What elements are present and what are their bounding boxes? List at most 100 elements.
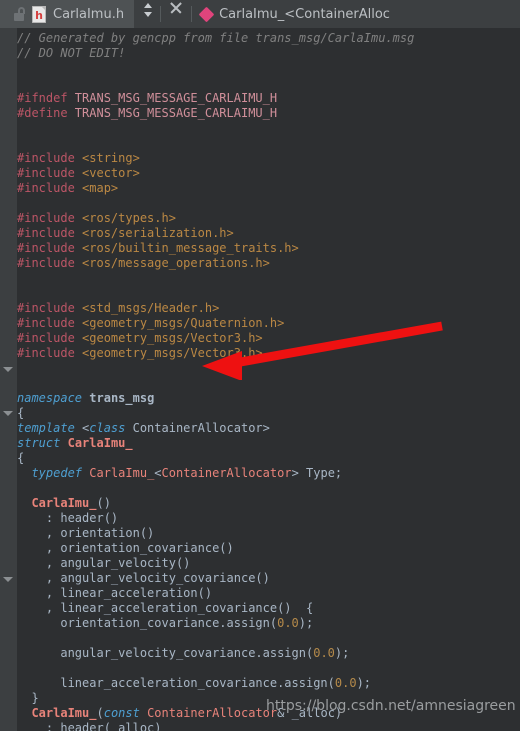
unlocked-padlock-icon[interactable] [12, 7, 26, 21]
code-line: namespace trans_msg [17, 391, 414, 406]
code-token: <ros/types.h> [74, 211, 176, 225]
code-line: , orientation_covariance() [17, 541, 414, 556]
code-token: typedef [31, 466, 83, 480]
code-token: > Type; [291, 466, 343, 480]
code-line: , linear_acceleration() [17, 586, 414, 601]
code-token: CarlaImu_ [31, 496, 97, 510]
code-token: #include [17, 166, 75, 180]
code-line: #include <ros/builtin_message_traits.h> [17, 241, 414, 256]
code-line: // DO NOT EDIT! [17, 46, 414, 61]
code-token: { [17, 451, 25, 465]
fold-marker-constructor[interactable] [3, 577, 13, 582]
code-token: CarlaImu_ [31, 706, 97, 720]
code-token: #include [17, 211, 75, 225]
code-line: , orientation() [17, 526, 414, 541]
code-editor[interactable]: // Generated by gencpp from file trans_m… [17, 28, 520, 731]
code-token: <std_msgs/Header.h> [74, 301, 220, 315]
code-line: , angular_velocity() [17, 556, 414, 571]
code-token: template [17, 421, 75, 435]
watermark-url: https://blog.csdn.net/amnesiagreen [266, 698, 516, 714]
code-token: <geometry_msgs/Vector3.h> [74, 331, 263, 345]
code-line: CarlaImu_() [17, 496, 414, 511]
code-token: trans_msg [89, 391, 155, 405]
code-token: struct [17, 436, 61, 450]
code-token: 0.0 [334, 676, 357, 690]
code-line: typedef CarlaImu_<ContainerAllocator> Ty… [17, 466, 414, 481]
code-token: , angular_velocity_covariance() [17, 571, 270, 585]
code-token: <vector> [74, 166, 140, 180]
code-token: ( [96, 706, 104, 720]
editor-gutter[interactable] [0, 28, 17, 731]
code-line: #include <geometry_msgs/Vector3.h> [17, 346, 414, 361]
code-content: // Generated by gencpp from file trans_m… [17, 31, 414, 731]
editor-tab-bar: h CarlaImu.h CarlaImu_<ContainerAlloc [0, 0, 520, 28]
fold-marker-namespace[interactable] [3, 367, 13, 372]
code-token: { [17, 406, 25, 420]
code-token: CarlaImu_ [67, 436, 133, 450]
code-token: <map> [74, 181, 119, 195]
code-line: , linear_acceleration_covariance() { [17, 601, 414, 616]
code-token: #include [17, 241, 75, 255]
code-token: namespace [17, 391, 83, 405]
code-token: <geometry_msgs/Quaternion.h> [74, 316, 285, 330]
code-token: 0.0 [313, 646, 335, 660]
code-token: , linear_acceleration() [17, 586, 213, 600]
code-line: #include <ros/types.h> [17, 211, 414, 226]
code-line: struct CarlaImu_ [17, 436, 414, 451]
code-line: #define TRANS_MSG_MESSAGE_CARLAIMU_H [17, 106, 414, 121]
code-token: TRANS_MSG_MESSAGE_CARLAIMU_H [67, 106, 278, 120]
code-line: , angular_velocity_covariance() [17, 571, 414, 586]
code-line: : header() [17, 511, 414, 526]
tab-carlaimu-template[interactable]: CarlaImu_<ContainerAlloc [192, 0, 400, 28]
code-token: <string> [74, 151, 140, 165]
code-token: CarlaImu_ [89, 466, 155, 480]
close-icon[interactable] [168, 0, 184, 16]
tab-label-carlaimu-template: CarlaImu_<ContainerAlloc [219, 6, 390, 22]
tab-divider-1 [160, 6, 162, 22]
code-token: () [96, 496, 111, 510]
code-token: <geometry_msgs/Vector3.h> [74, 346, 263, 360]
h-file-icon: h [32, 5, 46, 23]
fold-marker-struct[interactable] [3, 411, 13, 416]
code-line: { [17, 451, 414, 466]
code-token: #define [17, 106, 68, 120]
code-token: angular_velocity_covariance.assign( [17, 646, 314, 660]
code-token: < [74, 421, 90, 435]
code-token: // DO NOT EDIT! [17, 46, 126, 60]
code-token: 0.0 [277, 616, 299, 630]
code-token: #include [17, 301, 75, 315]
code-token: ContainerAllocator [147, 706, 278, 720]
ide-window: h CarlaImu.h CarlaImu_<ContainerAlloc //… [0, 0, 520, 731]
code-token: class [89, 421, 126, 435]
code-line: { [17, 406, 414, 421]
code-line: // Generated by gencpp from file trans_m… [17, 31, 414, 46]
code-line: #include <vector> [17, 166, 414, 181]
code-token: , linear_acceleration_covariance() { [17, 601, 314, 615]
code-line: #include <geometry_msgs/Quaternion.h> [17, 316, 414, 331]
code-line: orientation_covariance.assign(0.0); [17, 616, 414, 631]
code-token: #include [17, 181, 75, 195]
code-token: ContainerAllocator> [125, 421, 270, 435]
code-line: #include <string> [17, 151, 414, 166]
code-line: #include <map> [17, 181, 414, 196]
code-token: <ros/serialization.h> [74, 226, 234, 240]
code-token: #include [17, 256, 75, 270]
spinner-updown-icon[interactable] [142, 0, 155, 20]
tab-carlaimu-h[interactable]: h CarlaImu.h [0, 0, 135, 28]
code-token: linear_acceleration_covariance.assign( [17, 676, 335, 690]
code-line: #include <ros/message_operations.h> [17, 256, 414, 271]
